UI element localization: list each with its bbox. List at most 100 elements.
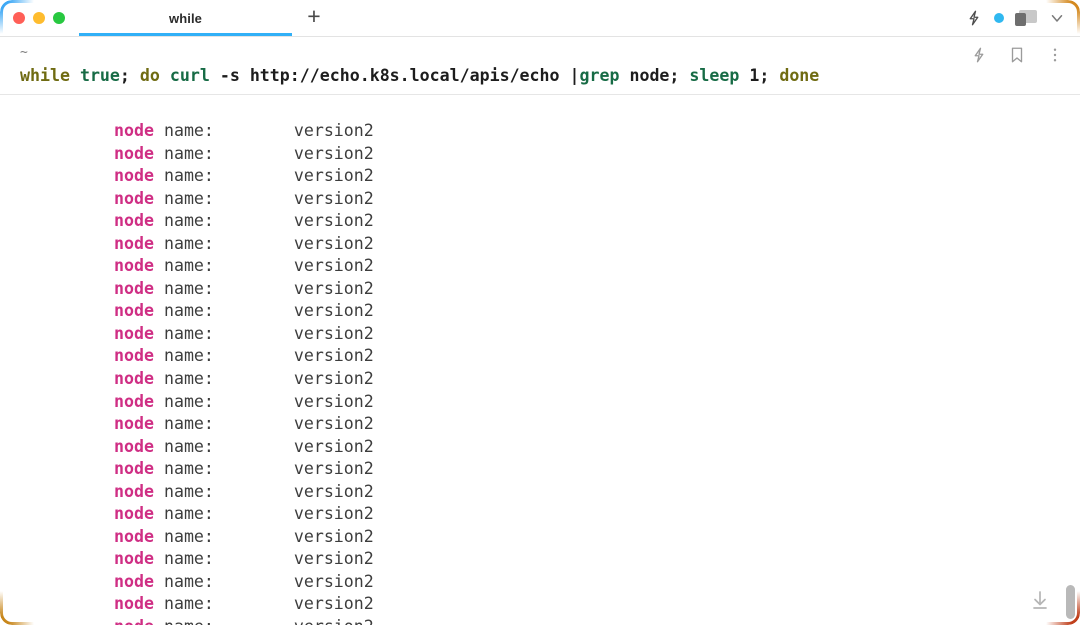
- terminal-window: while + ~ while true; do curl -s http://…: [0, 0, 1080, 625]
- terminal-grep-match: node: [114, 369, 154, 389]
- terminal-line-value: version2: [293, 233, 374, 253]
- terminal-grep-match: node: [114, 166, 154, 186]
- terminal-grep-match: node: [114, 211, 154, 231]
- terminal-line: node name: version2: [0, 616, 1080, 625]
- terminal-line-value: version2: [293, 391, 374, 411]
- terminal-line: node name: version2: [0, 436, 1080, 459]
- command-token-4: do: [139, 66, 160, 85]
- terminal-line-key: name:: [153, 571, 294, 591]
- lightning-bolt-icon[interactable]: [965, 9, 983, 27]
- connection-status-dot: [994, 13, 1004, 23]
- command-input[interactable]: while true; do curl -s http://echo.k8s.l…: [0, 64, 1080, 87]
- bookmark-icon[interactable]: [1008, 46, 1026, 64]
- terminal-line-key: name:: [154, 617, 294, 625]
- terminal-line-key: name:: [153, 481, 294, 501]
- terminal-line-value: version2: [293, 369, 374, 389]
- lightning-bolt-icon[interactable]: [970, 46, 988, 64]
- tab-label: while: [168, 10, 202, 26]
- terminal-grep-match: node: [114, 121, 154, 140]
- command-token-8: grep: [579, 66, 620, 85]
- chevron-down-icon[interactable]: [1048, 9, 1066, 27]
- terminal-grep-match: node: [114, 143, 154, 163]
- terminal-line-key: name:: [153, 369, 294, 389]
- close-window-button[interactable]: [13, 12, 25, 24]
- terminal-line-value: version2: [293, 526, 374, 546]
- tab-strip: while +: [79, 0, 336, 36]
- terminal-line-value: version2: [293, 481, 374, 501]
- command-token-5: [160, 66, 170, 85]
- terminal-line-key: name:: [153, 278, 294, 298]
- terminal-grep-match: node: [114, 188, 154, 208]
- terminal-line: node name: version2: [0, 210, 1080, 233]
- terminal-line: node name: version2: [0, 503, 1080, 526]
- terminal-grep-match: node: [114, 504, 154, 524]
- scrollbar-thumb[interactable]: [1066, 585, 1075, 619]
- tab-while[interactable]: while: [79, 0, 292, 36]
- terminal-grep-match: node: [114, 436, 154, 456]
- terminal-line: node name: version2: [0, 391, 1080, 414]
- maximize-window-button[interactable]: [53, 12, 65, 24]
- terminal-grep-match: node: [114, 571, 154, 591]
- terminal-line: node name: version2: [0, 526, 1080, 549]
- terminal-line-key: name:: [153, 256, 294, 276]
- command-token-10: sleep: [689, 66, 740, 85]
- terminal-line: node name: version2: [0, 593, 1080, 616]
- terminal-line-value: version2: [293, 549, 374, 569]
- prompt-path: ~: [20, 45, 28, 60]
- terminal-line: node name: version2: [0, 368, 1080, 391]
- terminal-line-value: version2: [293, 256, 374, 276]
- terminal-line-value: version2: [293, 211, 374, 231]
- terminal-grep-match: node: [114, 256, 154, 276]
- terminal-grep-match: node: [114, 526, 154, 546]
- terminal-line-value: version2: [294, 617, 374, 625]
- terminal-grep-match: node: [114, 414, 154, 434]
- terminal-line-key: name:: [153, 323, 294, 343]
- terminal-grep-match: node: [114, 278, 154, 298]
- terminal-line-value: version2: [293, 459, 374, 479]
- new-tab-button[interactable]: +: [292, 0, 336, 36]
- terminal-line-value: version2: [293, 414, 374, 434]
- command-token-0: while: [20, 66, 70, 85]
- terminal-output[interactable]: node name: version2 node name: version2 no…: [0, 119, 1080, 625]
- terminal-line: node name: version2: [0, 233, 1080, 256]
- terminal-line-value: version2: [293, 504, 374, 524]
- terminal-line-key: name:: [153, 526, 294, 546]
- command-bar: ~ while true; do curl -s http://echo.k8s…: [0, 37, 1080, 95]
- scrollbar-track[interactable]: [1066, 119, 1078, 625]
- kebab-menu-icon[interactable]: [1046, 46, 1064, 64]
- terminal-grep-match: node: [114, 301, 154, 321]
- terminal-line-key: name:: [153, 549, 294, 569]
- terminal-line: node name: version2: [0, 300, 1080, 323]
- title-bar-actions: [965, 9, 1080, 27]
- terminal-line: node name: version2: [0, 278, 1080, 301]
- command-bar-actions: [970, 46, 1064, 64]
- terminal-grep-match: node: [114, 323, 154, 343]
- command-token-7: -s http://echo.k8s.local/apis/echo |: [209, 66, 580, 85]
- traffic-lights: [0, 12, 65, 24]
- terminal-line-key: name:: [153, 143, 294, 163]
- terminal-grep-match: node: [114, 617, 154, 625]
- terminal-line: node name: version2: [0, 188, 1080, 211]
- terminal-line-key: name:: [153, 346, 294, 366]
- terminal-grep-match: node: [114, 549, 154, 569]
- split-pane-icon[interactable]: [1015, 10, 1037, 26]
- terminal-line-key: name:: [153, 504, 294, 524]
- terminal-line-value: version2: [293, 436, 374, 456]
- terminal-line-value: version2: [293, 594, 374, 614]
- command-token-12: done: [779, 66, 820, 85]
- terminal-grep-match: node: [114, 233, 154, 253]
- scroll-to-bottom-icon[interactable]: [1028, 589, 1052, 613]
- terminal-line-key: name:: [153, 211, 294, 231]
- terminal-grep-match: node: [114, 459, 154, 479]
- terminal-line-key: name:: [153, 414, 294, 434]
- terminal-line: node name: version2: [0, 323, 1080, 346]
- terminal-line-key: name:: [153, 459, 294, 479]
- terminal-line-value: version2: [293, 188, 374, 208]
- minimize-window-button[interactable]: [33, 12, 45, 24]
- terminal-line-value: version2: [293, 166, 374, 186]
- terminal-line-key: name:: [153, 436, 294, 456]
- terminal-line: node name: version2: [0, 255, 1080, 278]
- terminal-line: node name: version2: [0, 345, 1080, 368]
- terminal-line-key: name:: [153, 391, 294, 411]
- terminal-line-value: version2: [293, 323, 374, 343]
